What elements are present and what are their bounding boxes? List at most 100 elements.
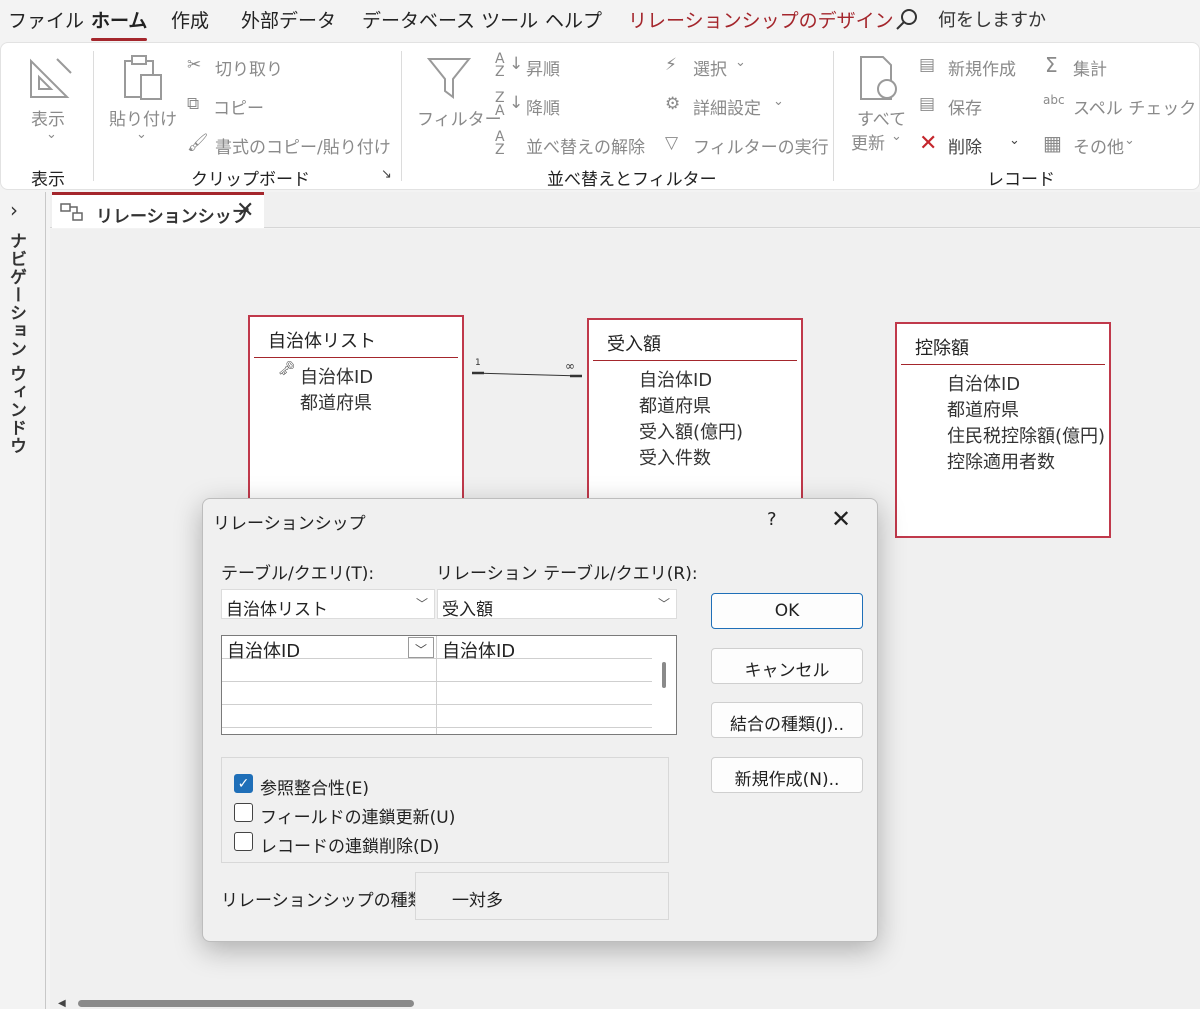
- help-button[interactable]: ?: [767, 509, 777, 530]
- chevron-down-icon[interactable]: ⌄: [1009, 133, 1020, 148]
- table-field[interactable]: 自治体ID: [639, 366, 712, 392]
- format-painter-button[interactable]: 書式のコピー/貼り付け: [215, 133, 391, 158]
- table-field[interactable]: 受入額(億円): [639, 418, 743, 444]
- table-title: 自治体リスト: [268, 331, 376, 352]
- relationship-line[interactable]: [464, 359, 604, 383]
- grid-row[interactable]: [222, 659, 652, 682]
- grid-row[interactable]: [222, 705, 652, 728]
- table-title-divider: [254, 357, 458, 358]
- dialog-launcher-icon[interactable]: ↘: [381, 167, 392, 182]
- referential-integrity-label[interactable]: 参照整合性(E): [260, 774, 369, 799]
- relationship-type-label: リレーションシップの種類：: [221, 891, 442, 911]
- tab-relationships[interactable]: リレーションシップ ✕: [52, 192, 264, 228]
- table-box-receipts[interactable]: 受入額 自治体ID 都道府県 受入額(億円) 受入件数: [587, 318, 803, 518]
- one-side-label: 1: [475, 358, 481, 368]
- related-table-select[interactable]: 受入額 ﹀: [437, 589, 677, 620]
- table-field[interactable]: 都道府県: [639, 392, 711, 418]
- delete-button[interactable]: 削除: [948, 133, 982, 158]
- cut-button[interactable]: 切り取り: [215, 55, 283, 80]
- ok-button[interactable]: OK: [711, 593, 863, 629]
- grid-row[interactable]: [222, 682, 652, 705]
- refresh-all-label[interactable]: 更新: [851, 129, 885, 154]
- table-field[interactable]: 都道府県: [300, 389, 372, 415]
- table-title-divider: [593, 360, 797, 361]
- tab-create[interactable]: 作成: [171, 6, 209, 33]
- chevron-down-icon[interactable]: ﹀: [658, 595, 670, 612]
- table-box-municipality-list[interactable]: 自治体リスト 🗝 自治体ID 都道府県: [248, 315, 464, 515]
- table-field[interactable]: 受入件数: [639, 444, 711, 470]
- totals-button[interactable]: 集計: [1073, 55, 1107, 80]
- grid-cell-right[interactable]: 自治体ID: [437, 636, 652, 662]
- table-field[interactable]: 自治体ID: [300, 363, 373, 389]
- search-box[interactable]: 何をしますか: [938, 6, 1046, 32]
- cascade-delete-checkbox[interactable]: [234, 832, 253, 851]
- table-query-label: テーブル/クエリ(T):: [221, 564, 375, 584]
- chevron-down-icon[interactable]: ⌄: [1124, 133, 1135, 148]
- new-record-button[interactable]: 新規作成: [948, 55, 1016, 80]
- scroll-left-icon[interactable]: ◀: [58, 998, 66, 1009]
- table-box-deductions[interactable]: 控除額 自治体ID 都道府県 住民税控除額(億円) 控除適用者数: [895, 322, 1111, 538]
- chevron-down-icon[interactable]: ﹀: [408, 637, 434, 658]
- group-label-records: レコード: [987, 170, 1055, 190]
- remove-sort-button[interactable]: 並べ替えの解除: [526, 133, 645, 158]
- brush-icon: 🖌: [187, 133, 209, 153]
- chevron-down-icon[interactable]: ﹀: [416, 595, 428, 612]
- join-type-button[interactable]: 結合の種類(J)..: [711, 702, 863, 738]
- save-icon: ▤: [919, 94, 936, 114]
- chevron-down-icon[interactable]: ⌄: [46, 127, 57, 142]
- sort-descending-button[interactable]: 降順: [526, 94, 560, 119]
- advanced-button[interactable]: 詳細設定: [693, 94, 761, 119]
- chevron-right-icon[interactable]: ›: [10, 198, 18, 222]
- cascade-delete-label[interactable]: レコードの連鎖削除(D): [260, 832, 439, 857]
- toggle-filter-button[interactable]: フィルターの実行: [693, 133, 829, 158]
- sort-ascending-button[interactable]: 昇順: [526, 55, 560, 80]
- chevron-down-icon[interactable]: ⌄: [136, 127, 147, 142]
- create-new-button[interactable]: 新規作成(N)..: [711, 757, 863, 793]
- more-button[interactable]: その他: [1073, 133, 1124, 158]
- tab-relationship-design[interactable]: リレーションシップのデザイン: [628, 6, 894, 33]
- view-icon[interactable]: [27, 55, 75, 101]
- refresh-all-button[interactable]: すべて: [857, 105, 906, 130]
- group-label-view: 表示: [31, 170, 65, 190]
- cancel-button[interactable]: キャンセル: [711, 648, 863, 684]
- navigation-pane-label[interactable]: ナビゲーション ウィンドウ: [4, 232, 29, 455]
- cascade-update-label[interactable]: フィールドの連鎖更新(U): [260, 803, 455, 828]
- chevron-down-icon[interactable]: ⌄: [735, 55, 746, 70]
- paste-icon[interactable]: [119, 53, 167, 103]
- copy-button[interactable]: コピー: [213, 94, 264, 119]
- table-query-select[interactable]: 自治体リスト ﹀: [221, 589, 435, 620]
- grid-cell-left[interactable]: 自治体ID: [222, 636, 436, 662]
- tab-help[interactable]: ヘルプ: [545, 6, 602, 33]
- chevron-down-icon[interactable]: ⌄: [773, 94, 784, 109]
- close-icon[interactable]: ✕: [831, 505, 851, 533]
- tab-relationships-label: リレーションシップ: [96, 207, 249, 227]
- grid-scrollbar-thumb[interactable]: [662, 662, 666, 688]
- ribbon: 表示 ⌄ 表示 貼り付け ⌄ ✂ 切り取り ⧉ コピー 🖌 書式のコピー/貼り付…: [0, 42, 1200, 190]
- search-icon[interactable]: [894, 7, 920, 33]
- referential-integrity-checkbox[interactable]: ✓: [234, 774, 253, 793]
- filter-button[interactable]: フィルター: [417, 105, 502, 130]
- tab-database-tools[interactable]: データベース ツール: [362, 6, 538, 33]
- table-field[interactable]: 都道府県: [947, 396, 1019, 422]
- advanced-filter-icon: ⚙: [665, 94, 681, 114]
- tab-home[interactable]: ホーム: [91, 6, 148, 41]
- chevron-down-icon[interactable]: ⌄: [891, 129, 902, 144]
- save-button[interactable]: 保存: [948, 94, 982, 119]
- tab-external-data[interactable]: 外部データ: [241, 6, 336, 33]
- table-field[interactable]: 住民税控除額(億円): [947, 422, 1105, 448]
- cascade-update-checkbox[interactable]: [234, 803, 253, 822]
- tab-file[interactable]: ファイル: [8, 6, 84, 33]
- copy-icon: ⧉: [187, 94, 200, 114]
- scrollbar-thumb[interactable]: [78, 1000, 414, 1007]
- filter-icon[interactable]: [427, 55, 471, 101]
- table-field[interactable]: 控除適用者数: [947, 448, 1055, 474]
- table-field[interactable]: 自治体ID: [947, 370, 1020, 396]
- refresh-icon[interactable]: [857, 53, 903, 105]
- selection-button[interactable]: 選択: [693, 55, 727, 80]
- group-separator: [833, 51, 834, 181]
- horizontal-scrollbar[interactable]: ◀: [50, 997, 1200, 1009]
- close-icon[interactable]: ✕: [236, 198, 254, 223]
- group-separator: [401, 51, 402, 181]
- selection-icon: ⚡: [665, 55, 677, 75]
- spelling-button[interactable]: スペル チェック: [1073, 94, 1196, 119]
